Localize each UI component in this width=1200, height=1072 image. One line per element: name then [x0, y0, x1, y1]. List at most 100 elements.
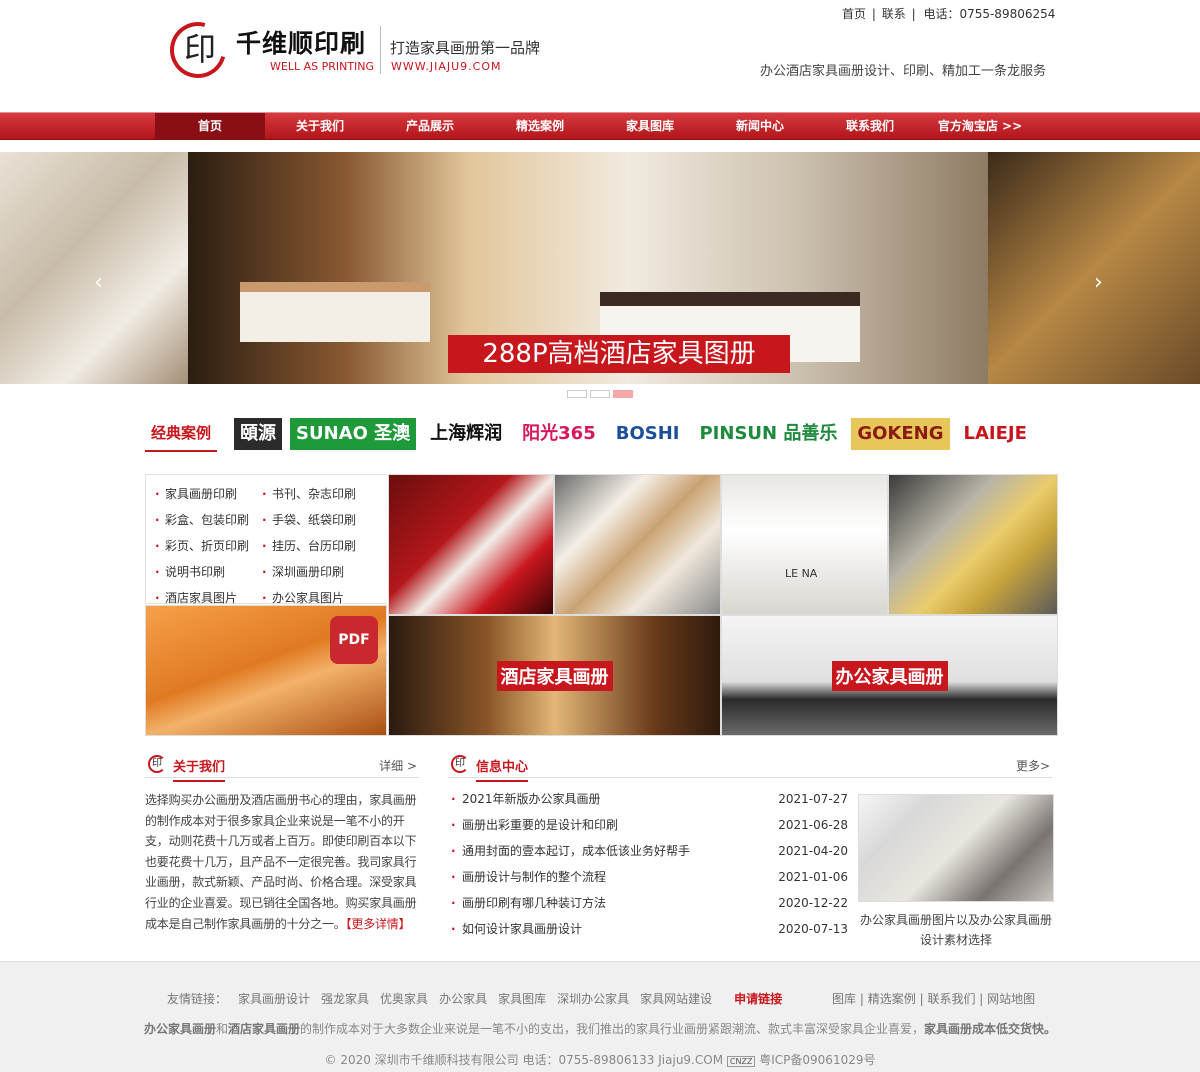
nav-item-taobao[interactable]: 官方淘宝店 >> [925, 113, 1035, 139]
nav-item-products[interactable]: 产品展示 [375, 113, 485, 139]
footer-links: 图库 | 精选案例 | 联系我们 | 网站地图 [832, 990, 1035, 1007]
banner-slider[interactable]: 288P高档酒店家具图册 ‹ › [0, 152, 1200, 384]
nav-item-news[interactable]: 新闻中心 [705, 113, 815, 139]
category-list: 家具画册印刷书刊、杂志印刷彩盒、包装印刷手袋、纸袋印刷彩页、折页印刷挂历、台历印… [145, 474, 387, 611]
footer-link-sitemap[interactable]: 网站地图 [987, 992, 1035, 1006]
brand-logo[interactable]: GOKENG [851, 418, 950, 450]
category-link[interactable]: 深圳画册印刷 [259, 559, 366, 585]
news-title[interactable]: 画册设计与制作的整个流程 [448, 864, 606, 890]
paper-bag-tile[interactable]: LE NA [721, 474, 888, 615]
friend-link[interactable]: 家具画册设计 [238, 992, 310, 1006]
footer-text: 的制作成本对于大多数企业来说是一笔不小的支出，我们推出的家具行业画册紧跟潮流、款… [300, 1022, 925, 1036]
friend-link[interactable]: 家具网站建设 [640, 992, 712, 1006]
chevron-right-icon[interactable]: › [1094, 272, 1103, 294]
nav-item-cases[interactable]: 精选案例 [485, 113, 595, 139]
category-row: 说明书印刷深圳画册印刷 [152, 559, 387, 585]
top-link-separator: | [911, 7, 916, 21]
office-album-label: 办公家具画册 [831, 660, 948, 691]
news-title[interactable]: 画册印刷有哪几种装订方法 [448, 890, 606, 916]
business-card-tile[interactable] [388, 474, 554, 615]
footer-link-contact[interactable]: 联系我们 [927, 992, 975, 1006]
news-item[interactable]: 2021年新版办公家具画册 2021-07-27 [448, 786, 848, 812]
logo-slogan: 打造家具画册第一品牌 [390, 39, 541, 57]
friend-link[interactable]: 深圳办公家具 [557, 992, 629, 1006]
footer-keyword: 家具画册成本低交货快。 [924, 1022, 1057, 1036]
footer-link-separator: | [859, 992, 864, 1006]
slider-dot[interactable] [590, 390, 610, 398]
info-more-link[interactable]: 更多> [1016, 757, 1050, 774]
office-furniture-caption[interactable]: 办公家具画册图片以及办公家具画册设计素材选择 [856, 910, 1056, 950]
category-link[interactable]: 手袋、纸袋印刷 [259, 507, 366, 533]
brand-logo[interactable]: BOSHI [609, 418, 686, 450]
news-title[interactable]: 如何设计家具画册设计 [448, 916, 582, 942]
brand-logo[interactable]: 上海辉润 [424, 418, 509, 450]
news-item[interactable]: 画册印刷有哪几种装订方法 2020-12-22 [448, 890, 848, 916]
banner-next-slide-image [988, 152, 1200, 384]
chevron-left-icon[interactable]: ‹ [94, 272, 103, 294]
category-link[interactable]: 书刊、杂志印刷 [259, 481, 366, 507]
friend-links-label: 友情链接： [167, 992, 228, 1006]
brand-logo[interactable]: SUNAO 圣澳 [290, 418, 417, 450]
site-logo[interactable]: 印 千维顺印刷 WELL AS PRINTING 打造家具画册第一品牌 WWW.… [159, 11, 550, 89]
nav-item-home[interactable]: 首页 [155, 113, 265, 139]
about-title: 关于我们 [173, 756, 226, 782]
icp-link[interactable]: 粤ICP备09061029号 [759, 1053, 875, 1067]
magazine-tile[interactable] [554, 474, 721, 615]
footer-link-separator: | [919, 992, 924, 1006]
about-more-link[interactable]: 详细 > [379, 757, 417, 774]
news-item[interactable]: 画册出彩重要的是设计和印刷 2021-06-28 [448, 812, 848, 838]
top-link-home[interactable]: 首页 [842, 7, 866, 21]
slider-dots [0, 390, 1200, 398]
news-item[interactable]: 通用封面的壹本起订，成本低该业务好帮手 2021-04-20 [448, 838, 848, 864]
category-link[interactable]: 彩页、折页印刷 [152, 533, 259, 559]
footer-link-cases[interactable]: 精选案例 [868, 992, 916, 1006]
friend-link[interactable]: 强龙家具 [321, 992, 369, 1006]
news-title[interactable]: 画册出彩重要的是设计和印刷 [448, 812, 618, 838]
brand-logo[interactable]: 阳光365 [516, 418, 602, 450]
nav-item-contact[interactable]: 联系我们 [815, 113, 925, 139]
news-title[interactable]: 通用封面的壹本起订，成本低该业务好帮手 [448, 838, 690, 864]
logo-seal-char: 印 [184, 30, 217, 68]
friend-links: 友情链接： 家具画册设计 强龙家具 优奥家具 办公家具 家具图库 深圳办公家具 家具网站建设 申… [167, 990, 782, 1007]
category-link[interactable]: 家具画册印刷 [152, 481, 259, 507]
news-item[interactable]: 画册设计与制作的整个流程 2021-01-06 [448, 864, 848, 890]
hotel-album-label: 酒店家具画册 [496, 660, 613, 691]
friend-link[interactable]: 办公家具 [439, 992, 487, 1006]
category-link[interactable]: 说明书印刷 [152, 559, 259, 585]
slider-dot[interactable] [613, 390, 633, 398]
main-nav: 首页 关于我们 产品展示 精选案例 家具图库 新闻中心 联系我们 官方淘宝店 >… [0, 112, 1200, 140]
hotel-album-tile[interactable]: 酒店家具画册 [388, 615, 721, 736]
cnzz-badge[interactable]: CNZZ [726, 1056, 756, 1067]
category-link[interactable]: 彩盒、包装印刷 [152, 507, 259, 533]
about-header: 印 关于我们 详细 > [145, 752, 419, 782]
brand-logo[interactable]: 頤源 [234, 418, 282, 450]
friend-link[interactable]: 优奥家具 [380, 992, 428, 1006]
banner-bed-image [240, 282, 430, 342]
news-item[interactable]: 如何设计家具画册设计 2020-07-13 [448, 916, 848, 942]
footer-link-gallery[interactable]: 图库 [832, 992, 856, 1006]
news-title[interactable]: 2021年新版办公家具画册 [448, 786, 601, 812]
nav-item-about[interactable]: 关于我们 [265, 113, 375, 139]
office-album-tile[interactable]: 办公家具画册 [721, 615, 1058, 736]
gold-box-tile[interactable] [888, 474, 1058, 615]
footer-keyword: 酒店家具画册 [227, 1022, 300, 1036]
footer-keyword: 办公家具画册 [143, 1022, 216, 1036]
friend-link[interactable]: 家具图库 [498, 992, 546, 1006]
brand-logo[interactable]: LAIEJE [957, 418, 1033, 450]
office-furniture-image[interactable] [858, 794, 1054, 902]
top-link-contact[interactable]: 联系 [882, 7, 906, 21]
top-links: 首页 | 联系 | 电话：0755-89806254 [842, 5, 1057, 22]
news-date: 2021-07-27 [778, 792, 848, 806]
nav-item-gallery[interactable]: 家具图库 [595, 113, 705, 139]
info-title: 信息中心 [476, 756, 529, 782]
logo-divider [380, 26, 381, 74]
about-detail-link[interactable]: 【更多详情】 [346, 917, 411, 931]
apply-link[interactable]: 申请链接 [734, 992, 782, 1006]
pdf-album-tile[interactable]: PDF [145, 605, 387, 736]
category-link[interactable]: 挂历、台历印刷 [259, 533, 366, 559]
news-date: 2021-04-20 [778, 844, 848, 858]
news-date: 2020-12-22 [778, 896, 848, 910]
category-row: 彩页、折页印刷挂历、台历印刷 [152, 533, 387, 559]
slider-dot[interactable] [567, 390, 587, 398]
brand-logo[interactable]: PINSUN 品善乐 [693, 418, 844, 450]
